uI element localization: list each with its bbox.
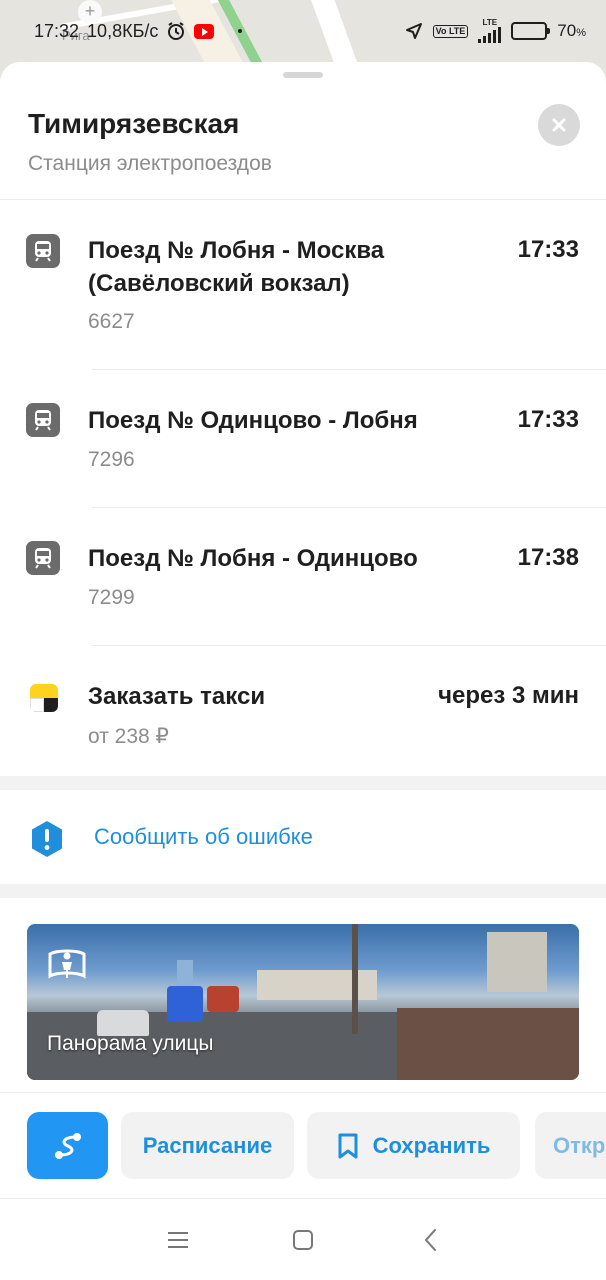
panorama-building [257, 970, 377, 1000]
train-row[interactable]: Поезд № Лобня - Москва (Савёловский вокз… [0, 200, 606, 370]
save-label: Сохранить [372, 1132, 491, 1158]
menu-icon[interactable] [165, 1227, 191, 1253]
back-icon[interactable] [418, 1227, 444, 1253]
network-type: LTE [482, 18, 498, 27]
train-number: 7299 [88, 586, 135, 609]
taxi-row[interactable]: Заказать такси от 238 ₽ через 3 мин [0, 646, 606, 776]
bookmark-icon [338, 1133, 358, 1158]
schedule-button[interactable]: Расписание [121, 1112, 294, 1179]
battery-icon [511, 22, 551, 40]
volte-icon: Vo LTE [432, 24, 469, 38]
departure-time: 17:33 [517, 406, 579, 433]
departure-time: 17:33 [517, 236, 579, 263]
panorama-bus [167, 986, 203, 1022]
network-speed: 10,8КБ/с [87, 20, 159, 41]
divider [0, 1092, 606, 1093]
open-label: Откр [553, 1132, 606, 1158]
location-arrow-icon [405, 23, 422, 39]
train-number: 6627 [88, 310, 135, 333]
panorama-person-icon [48, 949, 86, 979]
report-error-row[interactable]: Сообщить об ошибке [0, 790, 606, 884]
status-time: 17:32 [34, 20, 80, 41]
taxi-title: Заказать такси [88, 683, 266, 710]
section-separator [0, 776, 606, 790]
yandex-taxi-icon [30, 684, 58, 712]
report-error-link[interactable]: Сообщить об ошибке [94, 824, 313, 850]
schedule-label: Расписание [142, 1132, 273, 1158]
train-title: Поезд № Лобня - Одинцово [88, 545, 418, 572]
section-separator [0, 884, 606, 898]
street-panorama-card[interactable]: Панорама улицы [27, 924, 579, 1080]
station-title: Тимирязевская [28, 108, 240, 139]
taxi-price: от 238 ₽ [88, 725, 169, 748]
exclamation-hexagon-icon [32, 821, 62, 857]
status-bar: 17:32 10,8КБ/с Vo LTE LTE 70% [0, 0, 606, 62]
train-title: Поезд № Лобня - Москва (Савёловский вокз… [88, 237, 385, 297]
alarm-icon [168, 22, 185, 40]
route-icon [54, 1132, 81, 1159]
taxi-eta: через 3 мин [438, 682, 579, 709]
home-icon[interactable] [290, 1227, 316, 1253]
departure-time: 17:38 [517, 544, 579, 571]
panorama-pole [352, 924, 358, 1034]
panorama-building [487, 932, 547, 992]
station-subtitle: Станция электропоездов [28, 152, 272, 175]
close-button[interactable] [538, 104, 580, 146]
sheet-drag-handle[interactable] [283, 72, 323, 78]
panorama-wall [397, 1008, 579, 1080]
battery-unit: % [576, 27, 586, 39]
notification-dot-icon [238, 29, 243, 33]
train-icon [26, 541, 60, 575]
battery-value: 70 [557, 21, 577, 40]
train-number: 7296 [88, 448, 135, 471]
youtube-icon [194, 23, 215, 39]
train-icon [26, 234, 60, 268]
train-icon [26, 403, 60, 437]
panorama-truck [207, 986, 239, 1012]
close-icon [552, 118, 566, 132]
route-button[interactable] [27, 1112, 108, 1179]
system-navigation-bar [0, 1198, 606, 1280]
train-row[interactable]: Поезд № Лобня - Одинцово 7299 17:38 [0, 508, 606, 646]
panorama-label: Панорама улицы [47, 1032, 214, 1055]
train-row[interactable]: Поезд № Одинцово - Лобня 7296 17:33 [0, 370, 606, 508]
open-button[interactable]: Откр [535, 1112, 606, 1179]
place-card-sheet: Тимирязевская Станция электропоездов Пое… [0, 62, 606, 1280]
save-button[interactable]: Сохранить [307, 1112, 520, 1179]
signal-icon [478, 27, 502, 43]
train-title: Поезд № Одинцово - Лобня [88, 407, 418, 434]
